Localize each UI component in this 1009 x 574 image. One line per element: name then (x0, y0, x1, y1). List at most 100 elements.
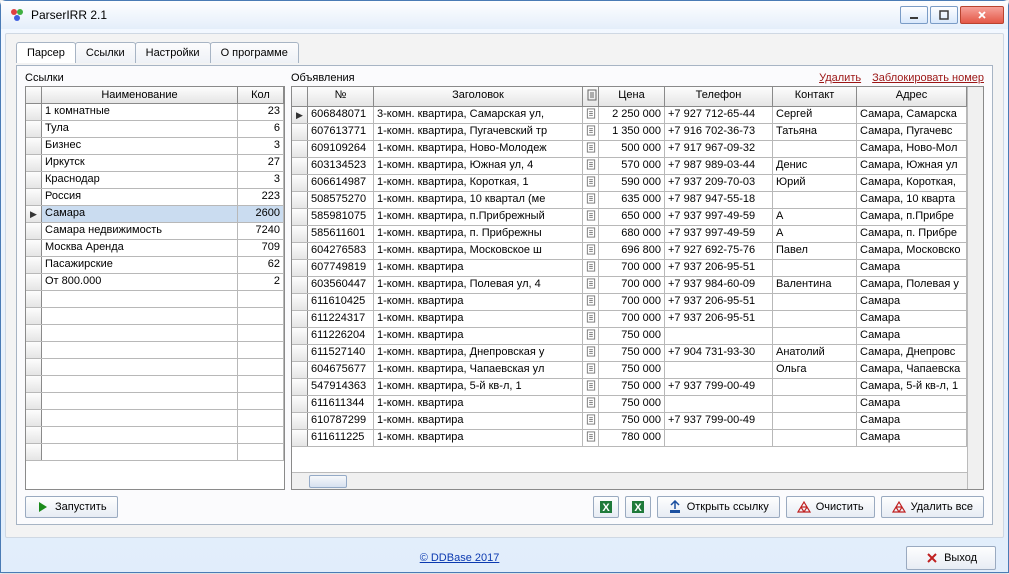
table-row[interactable]: От 800.0002 (26, 274, 284, 291)
horizontal-scrollbar[interactable] (292, 472, 967, 489)
table-row[interactable]: 6107872991-комн. квартира750 000+7 937 7… (292, 413, 967, 430)
cell-price: 696 800 (599, 243, 665, 259)
table-row[interactable]: 6076137711-комн. квартира, Пугачевский т… (292, 124, 967, 141)
row-header-corner (26, 87, 42, 103)
table-row[interactable]: Россия223 (26, 189, 284, 206)
table-row[interactable] (26, 325, 284, 342)
cell-phone: +7 987 989-03-44 (665, 158, 773, 174)
cell-price: 750 000 (599, 362, 665, 378)
col-no[interactable]: № (308, 87, 374, 106)
table-row[interactable] (26, 427, 284, 444)
vertical-scrollbar[interactable] (967, 87, 983, 489)
table-row[interactable]: 5859810751-комн. квартира, п.Прибрежный6… (292, 209, 967, 226)
cell-address: Самара, Чапаевска (857, 362, 967, 378)
clear-button[interactable]: Очистить (786, 496, 875, 518)
block-number-link[interactable]: Заблокировать номер (872, 72, 984, 84)
export-xlsx-button[interactable]: X (593, 496, 619, 518)
cell-address: Самара (857, 430, 967, 446)
export-xls-button[interactable]: X (625, 496, 651, 518)
table-row[interactable]: 6115271401-комн. квартира, Днепровская у… (292, 345, 967, 362)
cell-title: 1-комн. квартира, Ново-Молодеж (374, 141, 583, 157)
cell-price: 1 350 000 (599, 124, 665, 140)
col-phone[interactable]: Телефон (665, 87, 773, 106)
links-grid[interactable]: Наименование Кол 1 комнатные23Тула6Бизне… (25, 86, 285, 490)
cell-phone: +7 937 206-95-51 (665, 294, 773, 310)
run-button[interactable]: Запустить (25, 496, 118, 518)
ads-grid[interactable]: № Заголовок Цена Телефон Контакт Адрес 6… (291, 86, 984, 490)
cell-price: 750 000 (599, 345, 665, 361)
col-doc-icon[interactable] (583, 87, 599, 106)
table-row[interactable] (26, 393, 284, 410)
row-header (26, 257, 42, 273)
cell-title: 1-комн. квартира, п.Прибрежный (374, 209, 583, 225)
close-button[interactable] (960, 6, 1004, 24)
table-row[interactable]: 6077498191-комн. квартира700 000+7 937 2… (292, 260, 967, 277)
cell-no: 604276583 (308, 243, 374, 259)
tab-parser[interactable]: Парсер (16, 42, 76, 63)
table-row[interactable] (26, 359, 284, 376)
table-row[interactable]: Иркутск27 (26, 155, 284, 172)
cell-price: 700 000 (599, 311, 665, 327)
table-row[interactable]: Самара недвижимость7240 (26, 223, 284, 240)
cell-phone: +7 937 997-49-59 (665, 209, 773, 225)
cell-price: 750 000 (599, 328, 665, 344)
tab-links[interactable]: Ссылки (75, 42, 136, 63)
cell-title: 1-комн. квартира (374, 413, 583, 429)
table-row[interactable]: 6116104251-комн. квартира700 000+7 937 2… (292, 294, 967, 311)
table-row[interactable] (26, 376, 284, 393)
table-row[interactable] (26, 410, 284, 427)
col-title[interactable]: Заголовок (374, 87, 583, 106)
table-row[interactable] (26, 342, 284, 359)
table-row[interactable]: 1 комнатные23 (26, 104, 284, 121)
table-row[interactable]: Москва Аренда709 (26, 240, 284, 257)
table-row[interactable]: 5085752701-комн. квартира, 10 квартал (м… (292, 192, 967, 209)
table-row[interactable]: 5856116011-комн. квартира, п. Прибрежны6… (292, 226, 967, 243)
cell-name (42, 393, 238, 409)
row-header-corner (292, 87, 308, 106)
table-row[interactable]: 6068480713-комн. квартира, Самарская ул,… (292, 107, 967, 124)
table-row[interactable]: Краснодар3 (26, 172, 284, 189)
col-price[interactable]: Цена (599, 87, 665, 106)
col-contact[interactable]: Контакт (773, 87, 857, 106)
copyright-link[interactable]: © DDBase 2017 (420, 552, 500, 564)
table-row[interactable]: 6031345231-комн. квартира, Южная ул, 457… (292, 158, 967, 175)
row-header (292, 260, 308, 276)
cell-title: 1-комн. квартира (374, 260, 583, 276)
minimize-button[interactable] (900, 6, 928, 24)
table-row[interactable]: Пасажирские62 (26, 257, 284, 274)
cell-title: 1-комн. квартира, 5-й кв-л, 1 (374, 379, 583, 395)
cell-no: 585981075 (308, 209, 374, 225)
maximize-button[interactable] (930, 6, 958, 24)
col-address[interactable]: Адрес (857, 87, 967, 106)
cell-phone (665, 328, 773, 344)
tab-about[interactable]: О программе (210, 42, 299, 63)
row-header (292, 345, 308, 361)
table-row[interactable] (26, 444, 284, 461)
table-row[interactable] (26, 308, 284, 325)
tab-settings[interactable]: Настройки (135, 42, 211, 63)
table-row[interactable]: 6116113441-комн. квартира750 000Самара (292, 396, 967, 413)
table-row[interactable]: 6042765831-комн. квартира, Московское ш6… (292, 243, 967, 260)
open-link-button[interactable]: Открыть ссылку (657, 496, 780, 518)
delete-all-button[interactable]: Удалить все (881, 496, 984, 518)
table-row[interactable]: 5479143631-комн. квартира, 5-й кв-л, 175… (292, 379, 967, 396)
table-row[interactable]: 6112243171-комн. квартира700 000+7 937 2… (292, 311, 967, 328)
table-row[interactable]: Самара2600 (26, 206, 284, 223)
table-row[interactable]: 6035604471-комн. квартира, Полевая ул, 4… (292, 277, 967, 294)
table-row[interactable]: Тула6 (26, 121, 284, 138)
cell-address: Самара, п.Прибре (857, 209, 967, 225)
table-row[interactable]: 6091092641-комн. квартира, Ново-Молодеж5… (292, 141, 967, 158)
cell-contact: Ольга (773, 362, 857, 378)
table-row[interactable] (26, 291, 284, 308)
table-row[interactable]: 6112262041-комн. квартира750 000Самара (292, 328, 967, 345)
col-name[interactable]: Наименование (42, 87, 238, 103)
doc-icon (583, 192, 599, 208)
cell-count: 7240 (238, 223, 284, 239)
table-row[interactable]: 6066149871-комн. квартира, Короткая, 159… (292, 175, 967, 192)
table-row[interactable]: 6046756771-комн. квартира, Чапаевская ул… (292, 362, 967, 379)
col-count[interactable]: Кол (238, 87, 284, 103)
exit-button[interactable]: Выход (906, 546, 996, 570)
table-row[interactable]: 6116112251-комн. квартира780 000Самара (292, 430, 967, 447)
table-row[interactable]: Бизнес3 (26, 138, 284, 155)
delete-link[interactable]: Удалить (819, 72, 861, 84)
